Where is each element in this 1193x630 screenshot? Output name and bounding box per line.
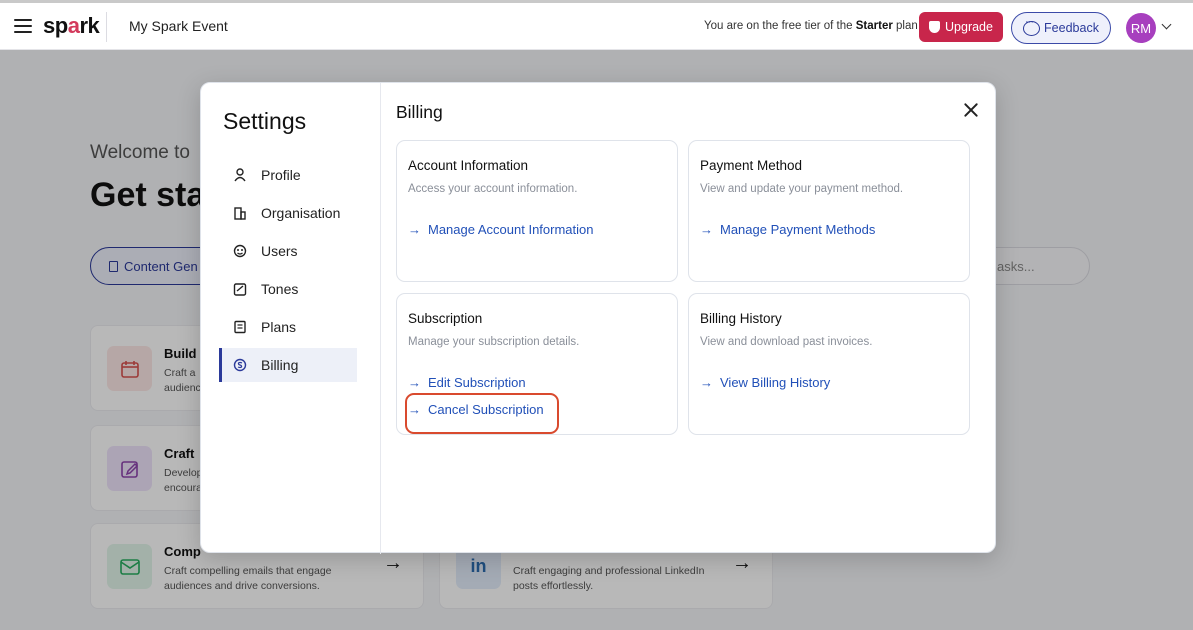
- event-name[interactable]: My Spark Event: [129, 18, 228, 34]
- sidebar-item-tones[interactable]: Tones: [219, 272, 357, 306]
- settings-title: Settings: [223, 108, 307, 134]
- card-description: Access your account information.: [408, 183, 578, 195]
- account-information-card: Account Information Access your account …: [396, 140, 678, 282]
- plans-icon: [233, 320, 247, 334]
- billing-history-card: Billing History View and download past i…: [688, 293, 970, 435]
- manage-account-link[interactable]: → Manage Account Information: [408, 222, 594, 237]
- manage-payment-link[interactable]: → Manage Payment Methods: [700, 222, 875, 237]
- settings-sidebar: Settings Profile Organisation Users Tone…: [201, 83, 381, 554]
- tones-icon: [233, 282, 247, 296]
- close-icon[interactable]: [961, 100, 981, 120]
- highlight-box: [405, 393, 559, 434]
- sidebar-item-billing[interactable]: Billing: [219, 348, 357, 382]
- billing-title: Billing: [396, 102, 443, 122]
- edit-subscription-link[interactable]: → Edit Subscription: [408, 375, 526, 390]
- arrow-right-icon: →: [700, 222, 713, 237]
- view-billing-history-link[interactable]: → View Billing History: [700, 375, 830, 390]
- chevron-down-icon[interactable]: [1161, 19, 1172, 30]
- card-title: Payment Method: [700, 158, 803, 173]
- avatar[interactable]: RM: [1126, 13, 1156, 43]
- card-title: Billing History: [700, 311, 782, 326]
- sidebar-item-organisation[interactable]: Organisation: [219, 196, 357, 230]
- shield-icon: [929, 21, 941, 33]
- user-icon: [233, 168, 247, 182]
- tier-notice: You are on the free tier of the Starter …: [704, 20, 918, 32]
- feedback-button[interactable]: Feedback: [1011, 12, 1111, 44]
- menu-icon[interactable]: [14, 19, 32, 33]
- users-icon: [233, 244, 247, 258]
- arrow-right-icon: →: [408, 222, 421, 237]
- card-title: Account Information: [408, 158, 529, 173]
- card-description: View and update your payment method.: [700, 183, 904, 195]
- arrow-right-icon: →: [700, 375, 713, 390]
- billing-panel: Billing Account Information Access your …: [381, 83, 997, 554]
- settings-modal: Settings Profile Organisation Users Tone…: [200, 82, 997, 554]
- spark-logo[interactable]: spark: [43, 13, 100, 39]
- building-icon: [233, 206, 247, 220]
- sidebar-item-profile[interactable]: Profile: [219, 158, 357, 192]
- upgrade-button[interactable]: Upgrade: [919, 12, 1003, 42]
- arrow-right-icon: →: [408, 375, 421, 390]
- divider: [106, 12, 107, 42]
- sidebar-item-users[interactable]: Users: [219, 234, 357, 268]
- card-description: Manage your subscription details.: [408, 336, 580, 348]
- sidebar-item-plans[interactable]: Plans: [219, 310, 357, 344]
- payment-method-card: Payment Method View and update your paym…: [688, 140, 970, 282]
- card-title: Subscription: [408, 311, 483, 326]
- card-description: View and download past invoices.: [700, 336, 873, 348]
- top-bar: spark My Spark Event You are on the free…: [0, 0, 1193, 50]
- billing-icon: [233, 358, 247, 372]
- chat-icon: [1023, 16, 1041, 36]
